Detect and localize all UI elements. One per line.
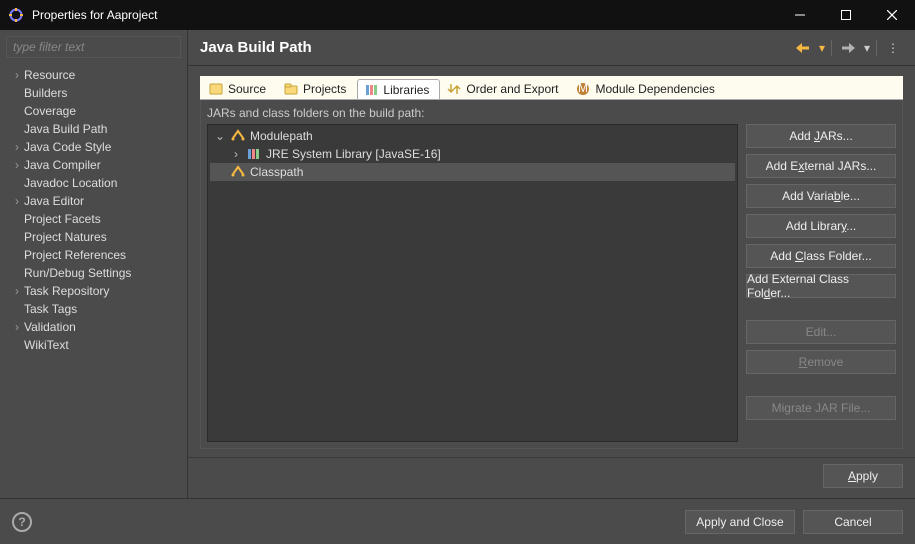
- help-icon[interactable]: ?: [12, 512, 32, 532]
- separator: [831, 40, 832, 56]
- tabstrip: Source Projects Libraries Order and Expo…: [200, 76, 903, 100]
- cancel-button[interactable]: Cancel: [803, 510, 903, 534]
- minimize-button[interactable]: [777, 0, 823, 30]
- add-library-button[interactable]: Add Library...: [746, 214, 896, 238]
- nav-item-builders[interactable]: Builders: [0, 84, 187, 102]
- tab-order-export[interactable]: Order and Export: [440, 78, 569, 99]
- edit-button: Edit...: [746, 320, 896, 344]
- nav-item-java-editor[interactable]: ›Java Editor: [0, 192, 187, 210]
- description-label: JARs and class folders on the build path…: [201, 106, 902, 124]
- titlebar: Properties for Aaproject: [0, 0, 915, 30]
- tree-row-modulepath[interactable]: ⌄ Modulepath: [210, 127, 735, 145]
- page-title: Java Build Path: [200, 39, 793, 56]
- page-header: Java Build Path ▾ ▾ ⋮: [188, 30, 915, 66]
- tree-row-jre[interactable]: › JRE System Library [JavaSE-16]: [210, 145, 735, 163]
- nav-item-java-code-style[interactable]: ›Java Code Style: [0, 138, 187, 156]
- chevron-right-icon: ›: [10, 140, 24, 154]
- migrate-jar-button: Migrate JAR File...: [746, 396, 896, 420]
- nav-item-wikitext[interactable]: WikiText: [0, 336, 187, 354]
- nav-item-project-natures[interactable]: Project Natures: [0, 228, 187, 246]
- add-external-class-folder-button[interactable]: Add External Class Folder...: [746, 274, 896, 298]
- filter-input[interactable]: [6, 36, 181, 58]
- footer: ? Apply and Close Cancel: [0, 498, 915, 544]
- nav-item-task-tags[interactable]: Task Tags: [0, 300, 187, 318]
- nav-item-java-compiler[interactable]: ›Java Compiler: [0, 156, 187, 174]
- tab-libraries[interactable]: Libraries: [357, 79, 440, 100]
- chevron-right-icon: ›: [10, 68, 24, 82]
- libraries-icon: [364, 83, 378, 97]
- chevron-right-icon: ›: [10, 158, 24, 172]
- window-title: Properties for Aaproject: [32, 8, 777, 22]
- tab-panel-libraries: JARs and class folders on the build path…: [200, 100, 903, 449]
- tree-label: Modulepath: [250, 129, 313, 143]
- order-icon: [447, 82, 461, 96]
- chevron-right-icon: ›: [10, 194, 24, 208]
- nav-item-project-references[interactable]: Project References: [0, 246, 187, 264]
- svg-text:M: M: [578, 82, 588, 95]
- header-toolbar: ▾ ▾ ⋮: [793, 38, 903, 58]
- nav-item-validation[interactable]: ›Validation: [0, 318, 187, 336]
- app-icon: [8, 7, 24, 23]
- dropdown-icon[interactable]: ▾: [819, 41, 825, 55]
- apply-row: Apply: [188, 457, 915, 498]
- nav-item-resource[interactable]: ›Resource: [0, 66, 187, 84]
- add-jars-button[interactable]: Add JARs...: [746, 124, 896, 148]
- dropdown-icon[interactable]: ▾: [864, 41, 870, 55]
- sidebar: ›Resource Builders Coverage Java Build P…: [0, 30, 188, 498]
- nav-item-javadoc-location[interactable]: Javadoc Location: [0, 174, 187, 192]
- chevron-right-icon: ›: [10, 320, 24, 334]
- button-column: Add JARs... Add External JARs... Add Var…: [746, 124, 896, 442]
- back-button[interactable]: [793, 38, 813, 58]
- chevron-down-icon: ⌄: [214, 129, 226, 143]
- remove-button: Remove: [746, 350, 896, 374]
- source-icon: [209, 82, 223, 96]
- tab-projects[interactable]: Projects: [277, 78, 357, 99]
- tree-label: Classpath: [250, 165, 303, 179]
- apply-and-close-button[interactable]: Apply and Close: [685, 510, 795, 534]
- add-variable-button[interactable]: Add Variable...: [746, 184, 896, 208]
- close-button[interactable]: [869, 0, 915, 30]
- nav-item-task-repository[interactable]: ›Task Repository: [0, 282, 187, 300]
- tab-module-dependencies[interactable]: M Module Dependencies: [569, 78, 725, 99]
- modulepath-icon: [230, 128, 246, 144]
- nav-item-java-build-path[interactable]: Java Build Path: [0, 120, 187, 138]
- nav-item-run-debug-settings[interactable]: Run/Debug Settings: [0, 264, 187, 282]
- chevron-right-icon: ›: [230, 147, 242, 161]
- chevron-right-icon: ›: [10, 284, 24, 298]
- module-icon: M: [576, 82, 590, 96]
- apply-button[interactable]: Apply: [823, 464, 903, 488]
- build-path-tree[interactable]: ⌄ Modulepath › JRE System Library [JavaS…: [207, 124, 738, 442]
- menu-icon[interactable]: ⋮: [883, 38, 903, 58]
- tree-row-classpath[interactable]: Classpath: [210, 163, 735, 181]
- content-pane: Java Build Path ▾ ▾ ⋮ Source Projects: [188, 30, 915, 498]
- add-external-jars-button[interactable]: Add External JARs...: [746, 154, 896, 178]
- projects-icon: [284, 82, 298, 96]
- add-class-folder-button[interactable]: Add Class Folder...: [746, 244, 896, 268]
- nav-tree: ›Resource Builders Coverage Java Build P…: [0, 64, 187, 498]
- nav-item-project-facets[interactable]: Project Facets: [0, 210, 187, 228]
- classpath-icon: [230, 164, 246, 180]
- nav-item-coverage[interactable]: Coverage: [0, 102, 187, 120]
- forward-button[interactable]: [838, 38, 858, 58]
- tab-source[interactable]: Source: [202, 78, 277, 99]
- maximize-button[interactable]: [823, 0, 869, 30]
- separator: [876, 40, 877, 56]
- tree-label: JRE System Library [JavaSE-16]: [266, 147, 441, 161]
- library-icon: [246, 146, 262, 162]
